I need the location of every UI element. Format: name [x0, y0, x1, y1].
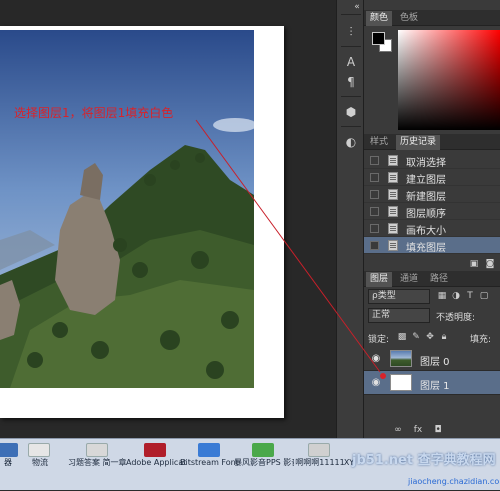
- character-icon[interactable]: A: [341, 52, 361, 72]
- paragraph-icon[interactable]: ¶: [341, 72, 361, 92]
- paragraph-align-icon[interactable]: ⫶: [341, 22, 361, 42]
- mountain-photo: [0, 30, 254, 388]
- blend-mode-select[interactable]: 正常: [368, 308, 430, 323]
- taskbar-item-label: Bitstream Font Na...: [180, 458, 240, 467]
- document-icon: [308, 443, 330, 457]
- brush-preset-icon[interactable]: ◐: [341, 132, 361, 152]
- font-app-icon: [198, 443, 220, 457]
- color-panel-tabs: 颜色 色板: [364, 10, 500, 26]
- instruction-annotation: 选择图层1，将图层1填充白色: [14, 106, 174, 120]
- document-icon: [86, 443, 108, 457]
- history-step-icon: [388, 155, 398, 166]
- history-panel-tabs: 样式 历史记录: [364, 134, 500, 150]
- history-item[interactable]: 新建图层: [364, 186, 500, 203]
- history-step-icon: [388, 206, 398, 217]
- history-item-label: 图层顺序: [406, 209, 446, 220]
- site-watermark-url: jiaocheng.chazidian.com: [408, 477, 500, 486]
- taskbar-item-label: 暴风影音PPS 影音: [234, 458, 294, 467]
- taskbar-item-label: 物流: [32, 458, 48, 467]
- layer-mask-icon[interactable]: ◘: [432, 424, 444, 436]
- tab-paths[interactable]: 路径: [426, 272, 452, 287]
- adobe-icon: [144, 443, 166, 457]
- link-layers-icon[interactable]: ∞: [392, 424, 404, 436]
- history-snapshot-checkbox[interactable]: [370, 241, 379, 250]
- color-picker-field[interactable]: [398, 30, 500, 130]
- taskbar-item[interactable]: 物流: [10, 443, 70, 491]
- collapse-panels-icon[interactable]: «: [351, 2, 363, 12]
- history-step-icon: [388, 172, 398, 183]
- history-item[interactable]: 画布大小: [364, 220, 500, 237]
- lock-paint-icon[interactable]: ✎: [410, 331, 422, 343]
- history-item[interactable]: 建立图层: [364, 169, 500, 186]
- layer-style-fx-icon[interactable]: fx: [412, 424, 424, 436]
- visibility-eye-icon[interactable]: ◉: [370, 354, 382, 364]
- foreground-color-swatch[interactable]: [372, 32, 385, 45]
- lock-transparent-icon[interactable]: ▩: [396, 331, 408, 343]
- history-item-label: 画布大小: [406, 226, 446, 237]
- filter-shape-icon[interactable]: ▢: [478, 290, 490, 302]
- filter-pixel-icon[interactable]: ▦: [436, 290, 448, 302]
- layer-name: 图层 1: [420, 381, 450, 392]
- filter-adjustment-icon[interactable]: ◑: [450, 290, 462, 302]
- media-player-icon: [252, 443, 274, 457]
- history-item-label: 填充图层: [406, 243, 446, 254]
- history-item[interactable]: 取消选择: [364, 152, 500, 169]
- history-snapshot-checkbox[interactable]: [370, 224, 379, 233]
- history-step-icon: [388, 189, 398, 200]
- layer-thumbnail: [390, 350, 412, 367]
- history-snapshot-checkbox[interactable]: [370, 173, 379, 182]
- history-item[interactable]: 图层顺序: [364, 203, 500, 220]
- visibility-eye-icon[interactable]: ◉: [370, 378, 382, 388]
- history-item-label: 取消选择: [406, 158, 446, 169]
- opacity-label: 不透明度:: [436, 313, 476, 323]
- site-watermark: jb51.net 查字典教程网: [352, 453, 496, 468]
- panel-icon-strip: « ⫶ A ¶ ⬢ ◐: [336, 0, 364, 438]
- 3d-cube-icon[interactable]: ⬢: [341, 102, 361, 122]
- tab-channels[interactable]: 通道: [396, 272, 422, 287]
- tab-layers[interactable]: 图层: [366, 272, 393, 287]
- document-canvas-area[interactable]: 选择图层1，将图层1填充白色: [0, 0, 336, 438]
- lock-position-icon[interactable]: ✥: [424, 331, 436, 343]
- layer-row[interactable]: ◉ 图层 0: [364, 347, 500, 371]
- filter-type-icon[interactable]: T: [464, 290, 476, 302]
- camera-icon[interactable]: ◙: [484, 258, 496, 270]
- history-snapshot-checkbox[interactable]: [370, 156, 379, 165]
- new-snapshot-icon[interactable]: ▣: [468, 258, 480, 270]
- fill-label: 填充:: [470, 335, 492, 345]
- layer-name: 图层 0: [420, 357, 450, 368]
- layers-panel-tabs: 图层 通道 路径: [364, 271, 500, 287]
- history-item-selected[interactable]: 填充图层: [364, 237, 500, 254]
- history-item-label: 建立图层: [406, 175, 446, 186]
- tab-history[interactable]: 历史记录: [396, 135, 441, 150]
- lock-label: 锁定:: [368, 335, 390, 345]
- taskbar-item[interactable]: Adobe Applicati...: [126, 443, 186, 491]
- taskbar-item[interactable]: Bitstream Font Na...: [180, 443, 240, 491]
- right-panels: 颜色 色板 样式 历史记录 取消选择 建立图层 新建图层 图层顺序 画布大小 填…: [364, 0, 500, 438]
- taskbar-item-label: Adobe Applicati...: [126, 458, 186, 467]
- layer-row-selected[interactable]: ◉ 图层 1: [364, 371, 500, 395]
- history-item-label: 新建图层: [406, 192, 446, 203]
- taskbar-item[interactable]: 暴风影音PPS 影音: [234, 443, 294, 491]
- layer-filter-select[interactable]: ρ类型: [368, 289, 430, 304]
- app-icon: [28, 443, 50, 457]
- layer-thumbnail: [390, 374, 412, 391]
- tab-swatches[interactable]: 色板: [396, 11, 422, 26]
- history-snapshot-checkbox[interactable]: [370, 190, 379, 199]
- lock-all-icon[interactable]: 🔒︎: [438, 331, 450, 343]
- taskbar-item[interactable]: 习题答案 简一章 总论 一: [68, 443, 128, 491]
- history-step-icon: [388, 223, 398, 234]
- tab-color[interactable]: 颜色: [366, 11, 393, 26]
- history-step-icon: [388, 240, 398, 251]
- taskbar-item-label: 习题答案 简一章 总论 一: [68, 458, 128, 467]
- tab-styles[interactable]: 样式: [366, 135, 392, 150]
- history-snapshot-checkbox[interactable]: [370, 207, 379, 216]
